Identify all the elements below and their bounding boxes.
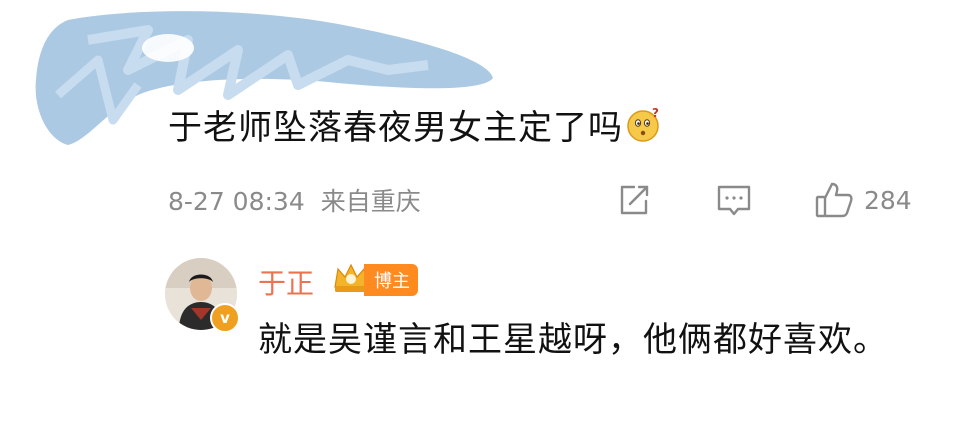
- like-button[interactable]: 284: [812, 178, 912, 222]
- comment-meta: 8-27 08:34 来自重庆: [168, 182, 421, 218]
- verified-badge: v: [210, 303, 240, 333]
- svg-text:?: ?: [652, 107, 660, 120]
- comment-location: 来自重庆: [320, 187, 421, 216]
- reply-author[interactable]: 于正: [258, 262, 314, 302]
- comment-time: 8-27 08:34: [168, 187, 305, 216]
- blogger-badge-label: 博主: [364, 264, 418, 296]
- comment-icon: [714, 180, 754, 220]
- like-icon: [812, 178, 856, 222]
- share-button[interactable]: [614, 178, 654, 222]
- thinking-face-icon: ?: [625, 106, 661, 152]
- verified-mark: v: [220, 309, 230, 327]
- share-icon: [614, 180, 654, 220]
- comment-text: 于老师坠落春夜男女主定了吗 ?: [168, 100, 661, 152]
- comment-button[interactable]: [714, 178, 754, 222]
- blogger-badge: 博主: [332, 263, 418, 297]
- comment-body: 于老师坠落春夜男女主定了吗: [168, 108, 623, 148]
- like-count: 284: [864, 185, 912, 215]
- reply-text: 就是吴谨言和王星越呀，他俩都好喜欢。: [258, 320, 888, 360]
